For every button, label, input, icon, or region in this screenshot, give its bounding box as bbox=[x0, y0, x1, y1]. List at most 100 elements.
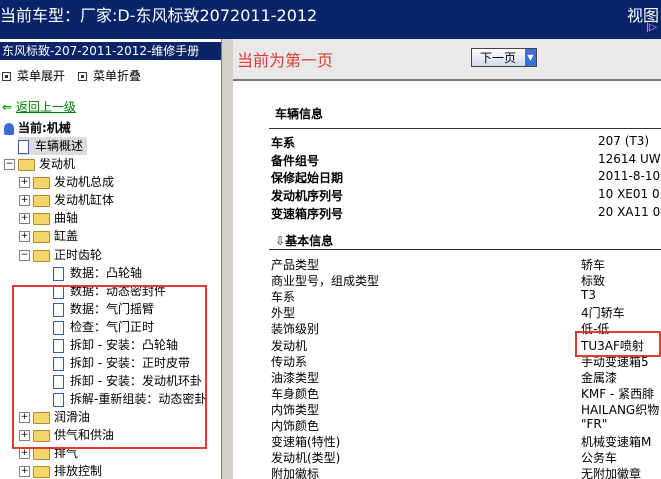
current-page-label: 当前为第一页 bbox=[237, 51, 334, 70]
highlight-box bbox=[12, 285, 207, 449]
info-value: 10 XE01 0 bbox=[598, 187, 660, 201]
basic-label: 发动机(类型) bbox=[271, 451, 341, 465]
basic-value: 无附加徽章 bbox=[581, 467, 642, 479]
tree-item-engine-block[interactable]: + 发动机缸体 bbox=[19, 191, 114, 209]
divider bbox=[269, 128, 661, 129]
window-title: 当前车型：厂家:D-东风标致2072011-2012 bbox=[0, 6, 318, 25]
expand-icon[interactable]: + bbox=[19, 213, 30, 224]
basic-label: 传动系 bbox=[271, 355, 308, 369]
folder-open-icon bbox=[33, 249, 50, 262]
info-value: 20 XA11 0 bbox=[598, 205, 661, 219]
tree-current[interactable]: 当前:机械 bbox=[4, 119, 71, 137]
expand-icon[interactable]: + bbox=[19, 177, 30, 188]
tree-item-label: 车辆概述 bbox=[35, 139, 84, 153]
divider bbox=[233, 79, 661, 81]
folder-icon bbox=[33, 447, 50, 460]
info-value: 2011-8-10 bbox=[598, 169, 661, 183]
basic-value: 轿车 bbox=[581, 258, 606, 272]
tree-item-label: 发动机 bbox=[39, 157, 76, 171]
vehicle-info-title: 车辆信息 bbox=[275, 107, 324, 121]
tree-item-label: 正时齿轮 bbox=[54, 248, 103, 262]
collapse-icon[interactable]: − bbox=[19, 250, 30, 261]
tree-item-label: 曲轴 bbox=[54, 211, 79, 225]
basic-value: 金属漆 bbox=[581, 371, 618, 385]
tree-item-engine-assembly[interactable]: + 发动机总成 bbox=[19, 173, 114, 191]
tree-item-label: 数据：凸轮轴 bbox=[70, 266, 143, 280]
info-value: 207 (T3) bbox=[598, 134, 650, 148]
page-header: 当前为第一页 下一页 ▼ bbox=[233, 39, 661, 79]
divider bbox=[269, 249, 661, 250]
arrow-left-icon: ⇐ bbox=[2, 100, 13, 114]
basic-value: 标致 bbox=[581, 274, 606, 288]
collapse-menu-button[interactable]: 菜单折叠 bbox=[78, 67, 141, 84]
title-bar: 当前车型：厂家:D-东风标致2072011-2012 视图 |▷ bbox=[0, 0, 661, 39]
tree-current-label: 当前:机械 bbox=[18, 121, 71, 135]
main-panel: 当前为第一页 下一页 ▼ 车辆信息 车系 207 (T3) 备件组号 12614… bbox=[233, 39, 661, 479]
next-page-button[interactable]: 下一页 ▼ bbox=[471, 48, 537, 67]
info-label: 发动机序列号 bbox=[271, 189, 344, 203]
basic-label: 发动机 bbox=[271, 339, 308, 353]
collapse-icon[interactable]: − bbox=[4, 159, 15, 170]
square-bullet-icon bbox=[2, 72, 11, 81]
basic-value: 机械变速箱M bbox=[581, 435, 652, 449]
basic-value: 4门轿车 bbox=[581, 306, 625, 320]
folder-icon bbox=[33, 230, 50, 243]
tree-item-camshaft-data[interactable]: 数据：凸轮轴 bbox=[53, 264, 142, 282]
basic-label: 油漆类型 bbox=[271, 371, 320, 385]
back-link[interactable]: ⇐ 返回上一级 bbox=[2, 98, 76, 115]
basic-label: 产品类型 bbox=[271, 258, 320, 272]
basic-label: 外型 bbox=[271, 306, 296, 320]
basic-label: 变速箱(特性) bbox=[271, 435, 341, 449]
basic-value: KMF - 紧西腓 bbox=[581, 387, 655, 401]
manual-title[interactable]: 东风标致-207-2011-2012-维修手册 bbox=[0, 42, 221, 60]
expand-menu-label: 菜单展开 bbox=[17, 69, 66, 83]
info-value: 12614 UW bbox=[598, 152, 661, 166]
folder-icon bbox=[18, 158, 35, 171]
back-label: 返回上一级 bbox=[15, 100, 76, 114]
expand-icon[interactable]: + bbox=[19, 231, 30, 242]
info-label: 变速箱序列号 bbox=[271, 207, 344, 221]
basic-label: 商业型号，组成类型 bbox=[271, 274, 380, 288]
folder-icon bbox=[33, 465, 50, 478]
expand-icon[interactable]: + bbox=[19, 195, 30, 206]
tree-item-label: 缸盖 bbox=[54, 229, 79, 243]
basic-label: 附加徽标 bbox=[271, 467, 320, 479]
next-page-label: 下一页 bbox=[480, 51, 517, 65]
basic-value: HAILANG织物 bbox=[581, 403, 660, 417]
basic-label: 车身颜色 bbox=[271, 387, 320, 401]
tree-item-crankshaft[interactable]: + 曲轴 bbox=[19, 209, 78, 227]
tree-item-label: 发动机缸体 bbox=[54, 193, 115, 207]
tree-item-cylinder-head[interactable]: + 缸盖 bbox=[19, 227, 78, 245]
basic-value: T3 bbox=[581, 288, 596, 302]
document-icon bbox=[18, 139, 29, 154]
square-bullet-icon bbox=[78, 72, 87, 81]
basic-label: 装饰级别 bbox=[271, 322, 320, 336]
basic-label: 车系 bbox=[271, 290, 296, 304]
highlight-box bbox=[575, 331, 661, 357]
info-label: 备件组号 bbox=[271, 154, 320, 168]
info-label: 保修起始日期 bbox=[271, 171, 344, 185]
tree-item-overview[interactable]: 车辆概述 bbox=[18, 137, 88, 155]
expand-icon[interactable]: + bbox=[19, 448, 30, 459]
collapse-menu-label: 菜单折叠 bbox=[93, 69, 142, 83]
info-label: 车系 bbox=[271, 136, 296, 150]
tree-item-label: 发动机总成 bbox=[54, 175, 115, 189]
folder-icon bbox=[33, 176, 50, 189]
tree-item-emission-control[interactable]: + 排放控制 bbox=[19, 462, 102, 479]
basic-value: "FR" bbox=[581, 417, 608, 431]
tree-item-engine[interactable]: − 发动机 bbox=[4, 155, 75, 173]
folder-icon bbox=[33, 212, 50, 225]
media-icon[interactable]: |▷ bbox=[646, 22, 657, 33]
expand-icon[interactable]: + bbox=[19, 466, 30, 477]
basic-info-label: 基本信息 bbox=[285, 234, 334, 248]
tree-item-timing-gear[interactable]: − 正时齿轮 bbox=[19, 246, 102, 264]
basic-info-title: ⇩基本信息 bbox=[275, 232, 333, 249]
sidebar: 东风标致-207-2011-2012-维修手册 菜单展开 菜单折叠 ⇐ 返回上一… bbox=[0, 39, 222, 479]
tree-item-label: 排放控制 bbox=[54, 464, 103, 478]
basic-label: 内饰类型 bbox=[271, 403, 320, 417]
basic-value: 公务车 bbox=[581, 451, 618, 465]
expand-menu-button[interactable]: 菜单展开 bbox=[2, 67, 65, 84]
chevron-down-icon[interactable]: ▼ bbox=[525, 49, 536, 66]
document-icon bbox=[53, 266, 64, 281]
user-icon bbox=[4, 122, 14, 135]
